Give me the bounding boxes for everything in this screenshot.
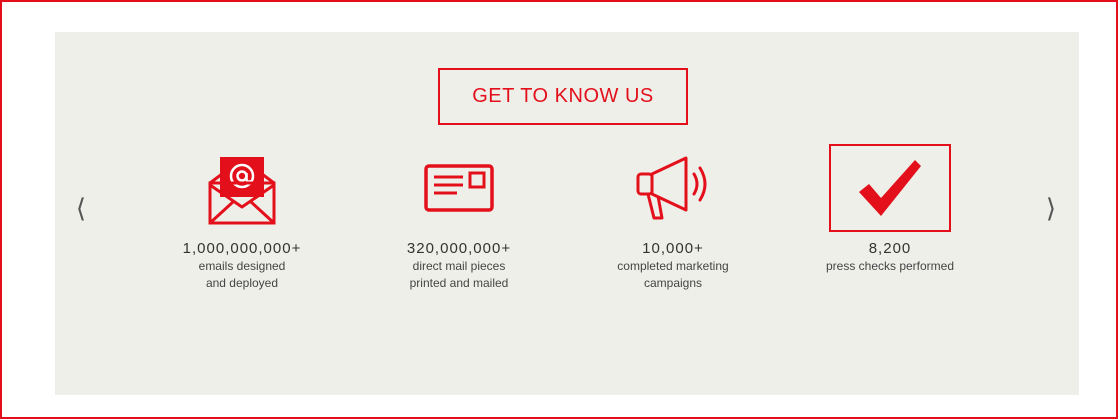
section-heading: GET TO KNOW US [438,68,688,125]
stat-number: 320,000,000+ [406,240,512,257]
stat-icon-wrap [790,142,990,234]
stat-number: 10,000+ [642,240,704,257]
megaphone-icon [636,156,707,220]
stat-icon-wrap [359,142,559,234]
stat-description: direct mail pieces printed and mailed [409,259,509,290]
stat-description: completed marketing campaigns [617,259,729,290]
page-frame: GET TO KNOW US ⟨ ⟩ 1,000,000,000+ emails… [0,0,1118,419]
stat-description: press checks performed [825,259,955,273]
stat-description: emails designed and deployed [198,259,286,290]
stat-number: 1,000,000,000+ [182,240,302,257]
stat-item-direct-mail: 320,000,000+ direct mail pieces printed … [359,142,559,292]
stat-item-emails: 1,000,000,000+ emails designed and deplo… [142,142,342,292]
checkmark-frame [829,144,951,232]
stat-icon-wrap [573,142,773,234]
stat-item-press-checks: 8,200 press checks performed [790,142,990,275]
chevron-right-icon: ⟩ [1045,192,1057,223]
chevron-left-icon: ⟨ [75,192,87,223]
carousel-next-button[interactable]: ⟩ [1039,192,1063,224]
checkmark-icon [859,160,921,216]
direct-mail-card-icon [424,164,494,212]
stat-number: 8,200 [868,240,912,257]
section-heading-text: GET TO KNOW US [472,85,654,107]
email-envelope-icon [208,157,276,225]
carousel-prev-button[interactable]: ⟨ [69,192,93,224]
stat-icon-wrap [142,142,342,234]
stat-item-campaigns: 10,000+ completed marketing campaigns [573,142,773,292]
